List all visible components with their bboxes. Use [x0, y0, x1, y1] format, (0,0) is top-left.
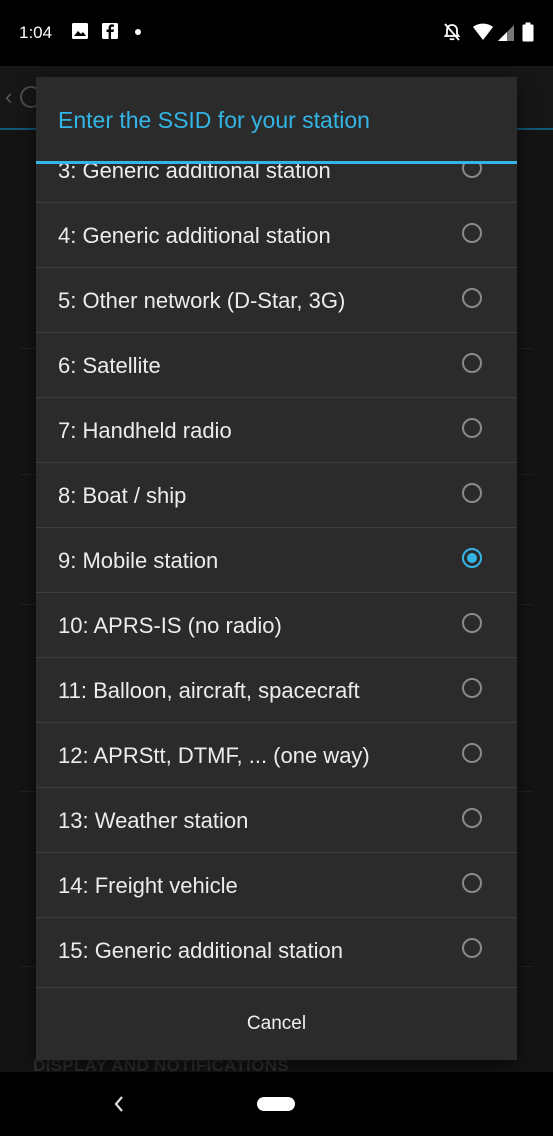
ssid-option-12[interactable]: 12: APRStt, DTMF, ... (one way): [36, 723, 517, 788]
radio-button[interactable]: [462, 353, 482, 373]
option-label: 13: Weather station: [58, 808, 249, 833]
radio-button[interactable]: [462, 743, 482, 763]
ssid-option-3[interactable]: 3: Generic additional station: [36, 164, 517, 203]
radio-button[interactable]: [462, 418, 482, 438]
radio-button[interactable]: [462, 873, 482, 893]
option-label: 3: Generic additional station: [58, 164, 331, 183]
ssid-option-list[interactable]: 3: Generic additional station 4: Generic…: [36, 164, 517, 987]
ssid-option-8[interactable]: 8: Boat / ship: [36, 463, 517, 528]
ssid-option-7[interactable]: 7: Handheld radio: [36, 398, 517, 463]
option-label: 8: Boat / ship: [58, 483, 187, 508]
radio-button[interactable]: [462, 288, 482, 308]
nav-home-pill[interactable]: [257, 1097, 295, 1111]
option-label: 11: Balloon, aircraft, spacecraft: [58, 678, 360, 703]
option-label: 10: APRS-IS (no radio): [58, 613, 282, 638]
ssid-option-13[interactable]: 13: Weather station: [36, 788, 517, 853]
option-label: 12: APRStt, DTMF, ... (one way): [58, 743, 370, 768]
radio-button[interactable]: [462, 938, 482, 958]
signal-icon: [498, 25, 514, 41]
ssid-option-14[interactable]: 14: Freight vehicle: [36, 853, 517, 918]
dialog-title: Enter the SSID for your station: [58, 107, 370, 133]
ssid-option-15[interactable]: 15: Generic additional station: [36, 918, 517, 983]
radio-button[interactable]: [462, 613, 482, 633]
radio-button[interactable]: [462, 223, 482, 243]
option-label: 15: Generic additional station: [58, 938, 343, 963]
notifications-off-icon: [443, 23, 461, 41]
radio-button[interactable]: [462, 808, 482, 828]
option-label: 14: Freight vehicle: [58, 873, 238, 898]
option-label: 9: Mobile station: [58, 548, 219, 573]
option-label: 6: Satellite: [58, 353, 161, 378]
cancel-button[interactable]: Cancel: [36, 988, 517, 1060]
radio-button[interactable]: [462, 483, 482, 503]
status-bar: 1:04: [0, 0, 553, 66]
radio-button-checked[interactable]: [462, 548, 482, 568]
battery-icon: [522, 22, 534, 42]
radio-button[interactable]: [462, 164, 482, 178]
option-label: 4: Generic additional station: [58, 223, 331, 248]
ssid-option-11[interactable]: 11: Balloon, aircraft, spacecraft: [36, 658, 517, 723]
image-icon: [72, 23, 88, 39]
nav-back-icon[interactable]: [112, 1094, 126, 1114]
wifi-icon: [473, 23, 493, 40]
ssid-dialog: Enter the SSID for your station 3: Gener…: [36, 77, 517, 1060]
option-label: 7: Handheld radio: [58, 418, 232, 443]
navigation-bar: [0, 1072, 553, 1136]
ssid-option-9[interactable]: 9: Mobile station: [36, 528, 517, 593]
ssid-option-10[interactable]: 10: APRS-IS (no radio): [36, 593, 517, 658]
dot-icon: [135, 29, 141, 35]
ssid-option-6[interactable]: 6: Satellite: [36, 333, 517, 398]
status-time: 1:04: [19, 23, 53, 42]
option-label: 5: Other network (D-Star, 3G): [58, 288, 346, 313]
radio-button[interactable]: [462, 678, 482, 698]
ssid-option-4[interactable]: 4: Generic additional station: [36, 203, 517, 268]
facebook-icon: [102, 23, 118, 39]
ssid-option-5[interactable]: 5: Other network (D-Star, 3G): [36, 268, 517, 333]
